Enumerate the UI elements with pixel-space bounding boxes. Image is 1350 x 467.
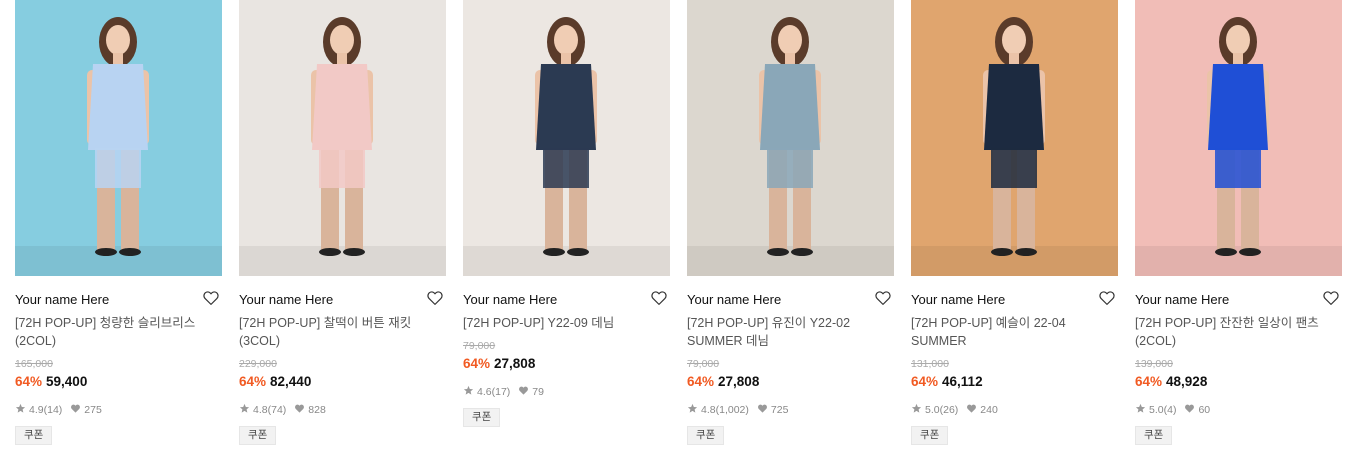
sale-price: 46,112 [942,374,983,389]
like-count: 275 [84,404,102,416]
like-heart-icon [757,403,771,417]
coupon-badge: 쿠폰 [1135,426,1173,445]
discount-rate: 64% [15,374,43,389]
brand-name[interactable]: Your name Here [463,292,557,307]
brand-row: Your name Here [1135,289,1342,309]
product-name[interactable]: [72H POP-UP] 예슬이 22-04 SUMMER [911,314,1118,350]
discount-rate: 64% [239,374,267,389]
like-heart-icon [1184,403,1198,417]
brand-name[interactable]: Your name Here [687,292,781,307]
heart-icon[interactable] [874,289,892,307]
like-count: 725 [770,404,789,416]
sale-price: 48,928 [1166,374,1208,389]
sale-price: 27,808 [718,374,760,389]
rating-value: 5.0 [1149,404,1164,416]
heart-icon[interactable] [1322,289,1340,307]
heart-icon[interactable] [650,289,668,307]
rating-value: 5.0 [925,404,940,416]
product-name[interactable]: [72H POP-UP] 잔잔한 일상이 팬츠 (2COL) [1135,314,1342,350]
product-name[interactable]: [72H POP-UP] 청량한 슬리브리스 (2COL) [15,314,222,350]
star-icon [239,403,253,417]
like-count: 60 [1198,404,1211,416]
brand-row: Your name Here [463,289,670,309]
product-image[interactable] [15,0,222,276]
heart-icon[interactable] [1098,289,1116,307]
coupon-badge: 쿠폰 [239,426,277,445]
sale-price: 59,400 [46,374,88,389]
coupon-badge: 쿠폰 [687,426,725,445]
like-heart-icon [966,403,980,417]
original-price: 79,000 [687,358,720,370]
original-price: 229,000 [239,358,277,370]
price-row: 64% 59,400 [15,374,87,389]
brand-row: Your name Here [687,289,894,309]
review-count: (17) [491,386,511,398]
review-count: (4) [1163,404,1177,416]
star-icon [1135,403,1149,417]
star-icon [687,403,701,417]
brand-name[interactable]: Your name Here [15,292,109,307]
price-row: 64% 46,112 [911,374,983,389]
review-count: (14) [43,404,63,416]
product-image[interactable] [911,0,1118,276]
discount-rate: 64% [911,374,939,389]
sale-price: 82,440 [270,374,312,389]
product-meta: 4.8 (1,002) 725 [687,403,788,417]
product-name[interactable]: [72H POP-UP] Y22-09 데님 [463,314,670,332]
original-price: 131,000 [911,358,949,370]
brand-name[interactable]: Your name Here [911,292,1005,307]
price-row: 64% 82,440 [239,374,311,389]
brand-name[interactable]: Your name Here [239,292,333,307]
product-grid: Your name Here [72H POP-UP] 청량한 슬리브리스 (2C… [0,0,1350,467]
rating-value: 4.8 [701,404,716,416]
discount-rate: 64% [463,356,491,371]
review-count: (1,002) [715,404,749,416]
sale-price: 27,808 [494,356,536,371]
heart-icon[interactable] [202,289,220,307]
coupon-badge: 쿠폰 [15,426,53,445]
product-meta: 5.0 (4) 60 [1135,403,1210,417]
product-name[interactable]: [72H POP-UP] 찰떡이 버튼 재킷 (3COL) [239,314,446,350]
like-count: 240 [980,404,998,416]
brand-name[interactable]: Your name Here [1135,292,1229,307]
product-meta: 4.8 (74) 828 [239,403,326,417]
like-heart-icon [70,403,84,417]
review-count: (26) [939,404,959,416]
product-image[interactable] [463,0,670,276]
brand-row: Your name Here [15,289,222,309]
original-price: 165,000 [15,358,53,370]
rating-value: 4.9 [29,404,44,416]
brand-row: Your name Here [239,289,446,309]
brand-row: Your name Here [911,289,1118,309]
original-price: 79,000 [463,340,496,352]
product-image[interactable] [1135,0,1342,276]
price-row: 64% 27,808 [463,356,535,371]
star-icon [911,403,925,417]
product-image[interactable] [239,0,446,276]
product-name[interactable]: [72H POP-UP] 유진이 Y22-02 SUMMER 데님 [687,314,894,350]
original-price: 139,000 [1135,358,1173,370]
product-meta: 5.0 (26) 240 [911,403,998,417]
like-heart-icon [518,385,532,399]
like-count: 79 [532,386,544,398]
product-meta: 4.9 (14) 275 [15,403,102,417]
like-heart-icon [294,403,308,417]
star-icon [463,385,477,399]
product-meta: 4.6 (17) 79 [463,385,544,399]
product-image[interactable] [687,0,894,276]
like-count: 828 [308,404,326,416]
review-count: (74) [267,404,287,416]
price-row: 64% 48,928 [1135,374,1207,389]
coupon-badge: 쿠폰 [463,408,501,427]
coupon-badge: 쿠폰 [911,426,949,445]
price-row: 64% 27,808 [687,374,759,389]
discount-rate: 64% [1135,374,1163,389]
discount-rate: 64% [687,374,715,389]
rating-value: 4.8 [253,404,268,416]
star-icon [15,403,29,417]
heart-icon[interactable] [426,289,444,307]
rating-value: 4.6 [477,386,492,398]
